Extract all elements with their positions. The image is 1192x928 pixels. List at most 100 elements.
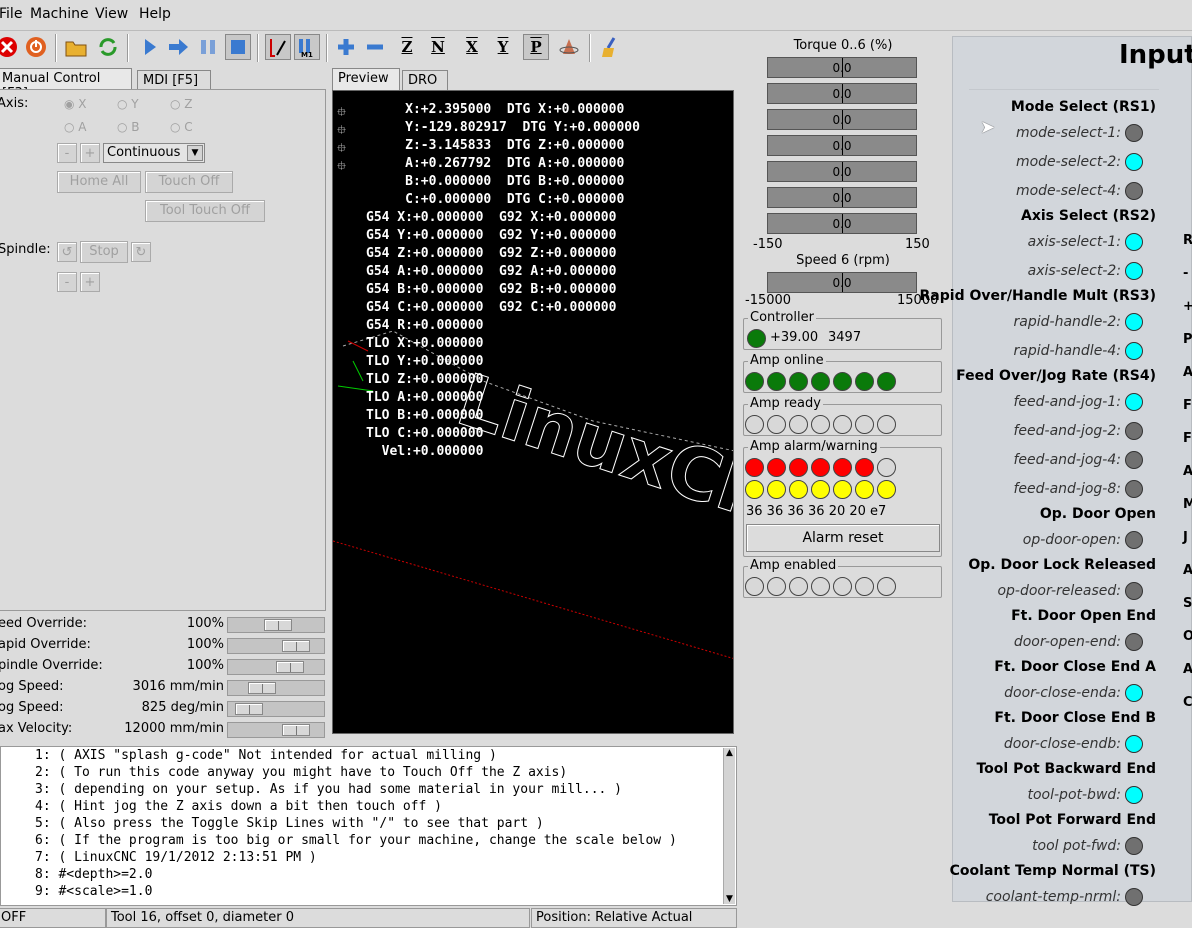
override-slider[interactable] bbox=[227, 722, 325, 738]
slider-handle[interactable] bbox=[282, 724, 310, 736]
axis-radio-z[interactable]: ○ Z bbox=[170, 97, 193, 111]
spindle-cw-icon[interactable]: ↻ bbox=[131, 242, 151, 262]
torque-bar: 0.0 bbox=[767, 83, 917, 104]
slider-handle[interactable] bbox=[282, 640, 310, 652]
tool-touch-off-button[interactable]: Tool Touch Off bbox=[145, 200, 265, 222]
amp-warning-led bbox=[833, 480, 852, 499]
slider-handle[interactable] bbox=[264, 619, 292, 631]
menu-help[interactable]: Help bbox=[139, 6, 171, 22]
gcode-line[interactable]: 1: ( AXIS "splash g-code" Not intended f… bbox=[1, 747, 736, 764]
override-slider[interactable] bbox=[227, 701, 325, 717]
amp-warning-led bbox=[789, 480, 808, 499]
view-x-icon[interactable]: X bbox=[459, 34, 485, 60]
axis-radio-a[interactable]: ○ A bbox=[64, 120, 87, 134]
gcode-listing[interactable]: 1: ( AXIS "splash g-code" Not intended f… bbox=[0, 746, 737, 906]
gcode-line[interactable]: 4: ( Hint jog the Z axis down a bit then… bbox=[1, 798, 736, 815]
axis-x-label: X bbox=[78, 97, 87, 111]
axis-c-label: C bbox=[184, 120, 193, 134]
dro-line: G54 B:+0.000000 G92 B:+0.000000 bbox=[366, 282, 617, 297]
override-slider[interactable] bbox=[227, 659, 325, 675]
inputs-edge-label: A bbox=[1183, 563, 1192, 578]
gcode-line[interactable]: 2: ( To run this code anyway you might h… bbox=[1, 764, 736, 781]
gcode-line[interactable]: 7: ( LinuxCNC 19/1/2012 2:13:51 PM ) bbox=[1, 849, 736, 866]
override-slider[interactable] bbox=[227, 617, 325, 633]
gcode-line[interactable]: 8: #<depth>=2.0 bbox=[1, 866, 736, 883]
amp-ready-led bbox=[811, 415, 830, 434]
view-z-icon[interactable]: Z bbox=[394, 34, 420, 60]
amp-online-led bbox=[767, 372, 786, 391]
input-pin-name: coolant-temp-nrml: bbox=[985, 889, 1121, 905]
spindle-ccw-icon[interactable]: ↺ bbox=[57, 242, 77, 262]
touch-off-button[interactable]: Touch Off bbox=[145, 171, 233, 193]
tab-manual-control[interactable]: Manual Control [F3] bbox=[0, 68, 132, 101]
inputs-edge-label: C bbox=[1183, 695, 1192, 710]
view-p-icon[interactable]: P bbox=[523, 34, 549, 60]
spindle-stop-button[interactable]: Stop bbox=[80, 241, 128, 263]
tab-preview[interactable]: Preview bbox=[332, 68, 400, 90]
slider-handle[interactable] bbox=[235, 703, 263, 715]
step-icon[interactable] bbox=[165, 34, 191, 60]
axis-radio-x[interactable]: ◉ X bbox=[64, 97, 87, 111]
axis-radio-b[interactable]: ○ B bbox=[117, 120, 140, 134]
gcode-line[interactable]: 9: #<scale>=1.0 bbox=[1, 883, 736, 900]
reload-icon[interactable] bbox=[95, 34, 121, 60]
slider-handle[interactable] bbox=[248, 682, 276, 694]
skip-lines-icon[interactable] bbox=[265, 34, 291, 60]
menu-machine[interactable]: Machine bbox=[30, 6, 89, 22]
rotate-view-icon[interactable] bbox=[556, 34, 582, 60]
menu-file[interactable]: File bbox=[0, 6, 22, 22]
gcode-scrollbar[interactable]: ▲ ▼ bbox=[723, 748, 735, 904]
toolbar-separator bbox=[127, 34, 129, 62]
spindle-minus-button[interactable]: - bbox=[57, 272, 77, 292]
inputs-edge-label: F bbox=[1183, 398, 1192, 413]
torque-bar: 0.0 bbox=[767, 109, 917, 130]
gcode-line[interactable]: 3: ( depending on your setup. As if you … bbox=[1, 781, 736, 798]
amp-ready-led bbox=[877, 415, 896, 434]
dro-line: TLO A:+0.000000 bbox=[366, 390, 484, 405]
slider-handle[interactable] bbox=[276, 661, 304, 673]
optional-stop-icon[interactable]: M1 bbox=[294, 34, 320, 60]
jog-mode-select[interactable]: Continuous ▼ bbox=[103, 143, 205, 163]
jog-plus-button[interactable]: + bbox=[80, 143, 100, 163]
view-z2-icon[interactable]: N bbox=[425, 34, 451, 60]
run-icon[interactable] bbox=[137, 34, 163, 60]
axis-marker-icons: ⯐ ⯐ ⯐ ⯐ bbox=[337, 105, 347, 173]
open-folder-icon[interactable] bbox=[63, 34, 89, 60]
pause-icon[interactable] bbox=[195, 34, 221, 60]
amp-online-led bbox=[877, 372, 896, 391]
gcode-line[interactable]: 6: ( If the program is too big or small … bbox=[1, 832, 736, 849]
estop-icon[interactable] bbox=[0, 34, 20, 60]
amp-enabled-led bbox=[745, 577, 764, 596]
input-pin-led bbox=[1125, 124, 1143, 142]
scroll-down-icon[interactable]: ▼ bbox=[724, 894, 735, 904]
view-y-icon[interactable]: Y bbox=[490, 34, 516, 60]
override-slider[interactable] bbox=[227, 638, 325, 654]
input-pin-led bbox=[1125, 837, 1143, 855]
amp-alarm-group: Amp alarm/warning 36 36 36 36 20 20 e7 A… bbox=[743, 439, 942, 557]
zoom-out-icon[interactable] bbox=[362, 34, 388, 60]
gcode-line[interactable]: 5: ( Also press the Toggle Skip Lines wi… bbox=[1, 815, 736, 832]
stop-icon[interactable] bbox=[225, 34, 251, 60]
override-slider[interactable] bbox=[227, 680, 325, 696]
spindle-plus-button[interactable]: + bbox=[80, 272, 100, 292]
scroll-up-icon[interactable]: ▲ bbox=[724, 748, 735, 758]
inputs-edge-label: R bbox=[1183, 233, 1192, 248]
axis-radio-c[interactable]: ○ C bbox=[170, 120, 193, 134]
clear-plot-icon[interactable] bbox=[598, 34, 624, 60]
input-pin-led bbox=[1125, 313, 1143, 331]
torque-bar: 0.0 bbox=[767, 161, 917, 182]
home-all-button[interactable]: Home All bbox=[57, 171, 141, 193]
menu-view[interactable]: View bbox=[95, 6, 128, 22]
jog-minus-button[interactable]: - bbox=[57, 143, 77, 163]
power-icon[interactable] bbox=[23, 34, 49, 60]
axis-radio-y[interactable]: ○ Y bbox=[117, 97, 139, 111]
amp-warning-led bbox=[877, 480, 896, 499]
dro-line: Y:-129.802917 DTG Y:+0.000000 bbox=[366, 120, 640, 135]
tab-dro[interactable]: DRO bbox=[402, 70, 448, 92]
override-label: pindle Override: bbox=[0, 658, 103, 673]
zoom-in-icon[interactable] bbox=[333, 34, 359, 60]
preview-canvas[interactable]: LinuxCNC ⯐ ⯐ ⯐ ⯐ X:+2.395000 DTG X:+0.00000… bbox=[332, 90, 734, 734]
amp-online-group: Amp online bbox=[743, 353, 942, 393]
alarm-reset-button[interactable]: Alarm reset bbox=[746, 524, 940, 552]
dro-line: TLO X:+0.000000 bbox=[366, 336, 484, 351]
